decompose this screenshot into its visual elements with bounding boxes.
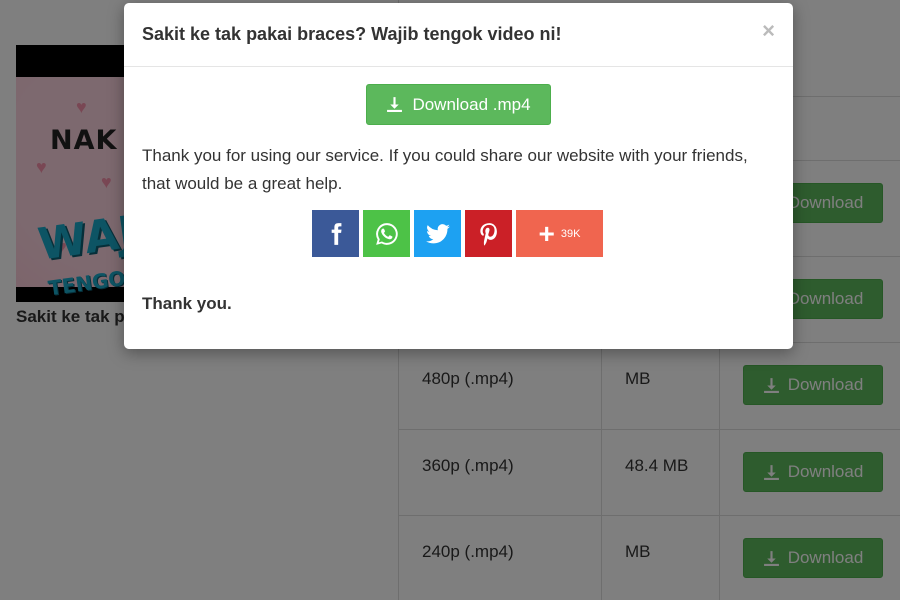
download-mp4-button[interactable]: Download .mp4 [366, 84, 551, 125]
twitter-icon [425, 223, 450, 243]
close-icon[interactable]: × [762, 17, 775, 45]
download-mp4-label: Download .mp4 [412, 94, 531, 114]
facebook-share-button[interactable] [312, 210, 359, 257]
download-modal: Sakit ke tak pakai braces? Wajib tengok … [124, 3, 793, 349]
twitter-share-button[interactable] [414, 210, 461, 257]
more-share-button[interactable]: + 39K [516, 210, 603, 257]
share-count: 39K [560, 227, 581, 240]
pinterest-icon [479, 222, 497, 246]
pinterest-share-button[interactable] [465, 210, 512, 257]
facebook-icon [331, 222, 342, 245]
modal-title: Sakit ke tak pakai braces? Wajib tengok … [142, 24, 562, 44]
signoff-text: Thank you. [142, 294, 232, 313]
modal-header: Sakit ke tak pakai braces? Wajib tengok … [124, 3, 793, 67]
share-request-message: Thank you for using our service. If you … [142, 146, 748, 193]
plus-icon: + [538, 217, 555, 249]
whatsapp-share-button[interactable] [363, 210, 410, 257]
whatsapp-icon [375, 222, 398, 245]
share-buttons: + 39K [312, 210, 603, 257]
download-icon [387, 97, 403, 112]
